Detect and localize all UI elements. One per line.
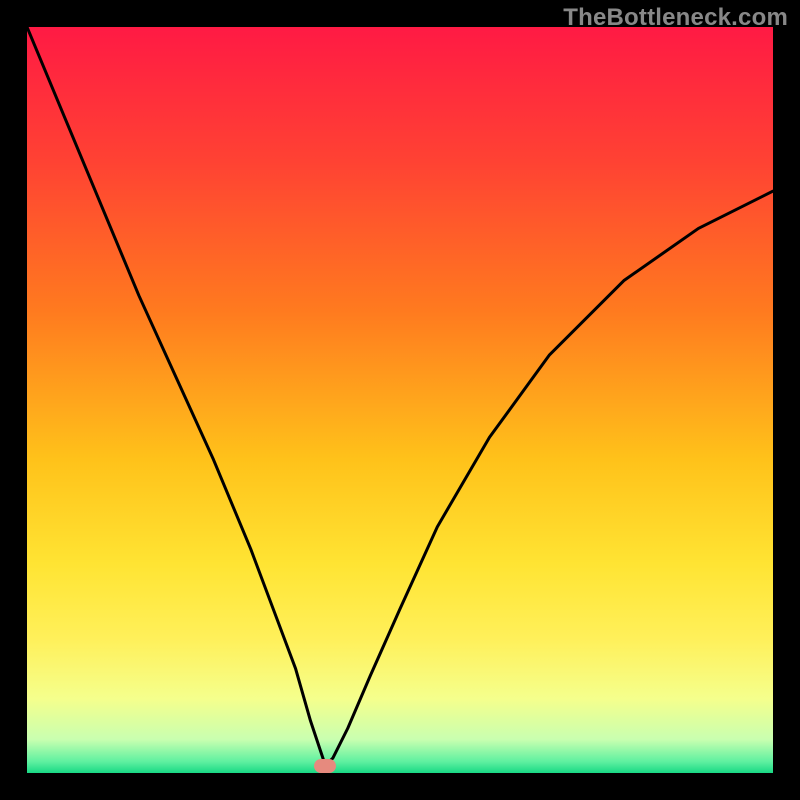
watermark-text: TheBottleneck.com [563, 4, 788, 32]
plot-area [27, 27, 773, 773]
optimum-marker [314, 759, 336, 773]
chart-frame: TheBottleneck.com [0, 0, 800, 800]
plot-svg [27, 27, 773, 773]
gradient-background [27, 27, 773, 773]
